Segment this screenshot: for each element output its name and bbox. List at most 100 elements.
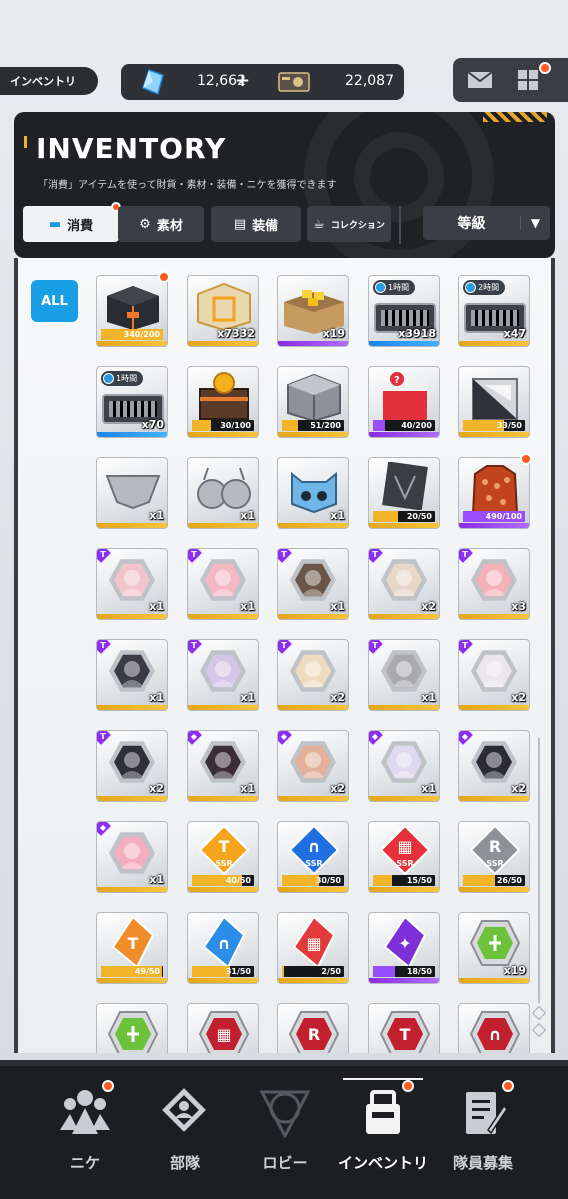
character-portrait <box>386 563 422 597</box>
inventory-item[interactable]: Tx1 <box>96 548 168 620</box>
inventory-item[interactable]: x19 <box>458 912 530 984</box>
rarity-stripe <box>188 523 258 528</box>
inventory-item[interactable]: Tx1 <box>96 639 168 711</box>
rarity-stripe <box>188 796 258 801</box>
item-count: x2 <box>149 782 164 795</box>
inventory-item[interactable]: T SSR 40/50 <box>187 821 259 893</box>
nav-inventory[interactable]: インベントリ <box>328 1080 438 1190</box>
nav-nikke-dot <box>102 1080 114 1092</box>
nav-recruit-dot <box>502 1080 514 1092</box>
recruit-icon <box>466 1092 508 1135</box>
inventory-item[interactable]: 340/200 <box>96 275 168 347</box>
inventory-item[interactable]: ◆ x1 <box>368 730 440 802</box>
mail-icon[interactable] <box>467 71 493 89</box>
tab-consumable[interactable]: ▬ 消費 <box>23 202 121 242</box>
green-module-icon <box>469 920 521 966</box>
inventory-item[interactable]: x19 <box>277 275 349 347</box>
item-count: x1 <box>240 782 255 795</box>
tab-equipment[interactable]: ▤ 装備 <box>211 206 301 242</box>
scroll-marker-icon <box>531 1005 547 1021</box>
svg-text:T: T <box>219 837 230 856</box>
green-module-icon <box>107 1011 159 1053</box>
rarity-stripe <box>278 523 348 528</box>
inventory-item[interactable]: T <box>368 1003 440 1053</box>
silver-top-icon <box>197 467 251 509</box>
inventory-item[interactable]: x1 <box>277 457 349 529</box>
inventory-item[interactable]: R <box>277 1003 349 1053</box>
inventory-item[interactable]: 20/50 <box>368 457 440 529</box>
inventory-icon <box>366 1090 400 1134</box>
ribbon-mark: T <box>281 550 287 559</box>
inventory-item[interactable]: Tx2 <box>96 730 168 802</box>
rarity-stripe <box>188 705 258 710</box>
add-gems-button[interactable]: + <box>235 70 250 91</box>
inventory-item[interactable]: ✦ 18/50 <box>368 912 440 984</box>
inventory-item[interactable]: 1時間 x3918 <box>368 275 440 347</box>
inventory-item[interactable]: ∩ 31/50 <box>187 912 259 984</box>
tab-material[interactable]: ⚙ 素材 <box>118 206 204 242</box>
item-grid-area[interactable]: ALL 340/200 x7332 x19 1時間 x3918 2時間 x47 1時間 x70 3… <box>14 258 555 1053</box>
svg-text:▦: ▦ <box>306 934 321 953</box>
inventory-item[interactable]: ▦ 2/50 <box>277 912 349 984</box>
inventory-item[interactable]: Tx1 <box>187 639 259 711</box>
inventory-item[interactable]: Tx2 <box>277 639 349 711</box>
inventory-item[interactable]: 51/200 <box>277 366 349 438</box>
item-count: x1 <box>149 509 164 522</box>
filter-all-button[interactable]: ALL <box>31 280 78 322</box>
sort-dropdown[interactable]: 等級 ▼ <box>423 206 550 240</box>
inventory-item[interactable]: Tx2 <box>458 639 530 711</box>
portrait-frame <box>381 741 427 783</box>
scrollbar[interactable] <box>538 738 540 1003</box>
inventory-item[interactable]: Tx2 <box>368 548 440 620</box>
inventory-item[interactable]: ◆ x1 <box>96 821 168 893</box>
nav-nikke[interactable]: ニケ <box>30 1080 140 1190</box>
progress-fill <box>282 420 298 431</box>
inventory-item[interactable]: ∩ <box>458 1003 530 1053</box>
inventory-item[interactable]: 2時間 x47 <box>458 275 530 347</box>
inventory-item[interactable]: 490/100 <box>458 457 530 529</box>
inventory-item[interactable]: ▦ <box>187 1003 259 1053</box>
new-item-dot <box>520 453 532 465</box>
inventory-item[interactable]: Tx1 <box>187 548 259 620</box>
inventory-item[interactable]: R SSR 26/50 <box>458 821 530 893</box>
inventory-item[interactable]: Tx1 <box>277 548 349 620</box>
inventory-item[interactable]: T 49/50 <box>96 912 168 984</box>
inventory-item[interactable]: ∩ SSR 30/50 <box>277 821 349 893</box>
svg-text:SSR: SSR <box>305 859 322 868</box>
svg-text:▦: ▦ <box>397 837 412 856</box>
rarity-stripe <box>459 341 529 346</box>
rarity-stripe <box>188 432 258 437</box>
portrait-frame <box>109 741 155 783</box>
menu-grid-icon[interactable] <box>517 69 539 91</box>
inventory-item[interactable]: 33/50 <box>458 366 530 438</box>
red-jacket-icon <box>471 465 519 515</box>
sort-label: 等級 <box>457 216 486 232</box>
currency-bar[interactable]: 12,662 + 22,087 <box>121 64 404 100</box>
inventory-item[interactable]: x1 <box>96 457 168 529</box>
inventory-item[interactable]: x1 <box>187 457 259 529</box>
inventory-item[interactable]: ◆ x1 <box>187 730 259 802</box>
nav-lobby[interactable]: ロビー <box>230 1080 340 1190</box>
nav-inventory-dot <box>402 1080 414 1092</box>
progress-fill <box>373 511 398 522</box>
inventory-item[interactable] <box>96 1003 168 1053</box>
tab-collection[interactable]: ☕ コレクション <box>307 206 391 242</box>
inventory-item[interactable]: ◆ x2 <box>458 730 530 802</box>
rarity-stripe <box>278 887 348 892</box>
nav-recruit[interactable]: 隊員募集 <box>428 1080 538 1190</box>
inventory-item[interactable]: Tx3 <box>458 548 530 620</box>
portrait-frame <box>109 559 155 601</box>
character-portrait <box>114 836 150 870</box>
progress-bar: 31/50 <box>192 966 254 977</box>
inventory-item[interactable]: ▦ SSR 15/50 <box>368 821 440 893</box>
item-count: x7332 <box>217 327 255 340</box>
nav-squad[interactable]: 部隊 <box>130 1080 240 1190</box>
inventory-item[interactable]: 30/100 <box>187 366 259 438</box>
inventory-item[interactable]: x7332 <box>187 275 259 347</box>
inventory-item[interactable]: 1時間 x70 <box>96 366 168 438</box>
inventory-item[interactable]: ◆ x2 <box>277 730 349 802</box>
top-buttons <box>453 58 568 102</box>
progress-bar: 490/100 <box>463 511 525 522</box>
inventory-item[interactable]: Tx1 <box>368 639 440 711</box>
inventory-item[interactable]: ? 40/200 <box>368 366 440 438</box>
